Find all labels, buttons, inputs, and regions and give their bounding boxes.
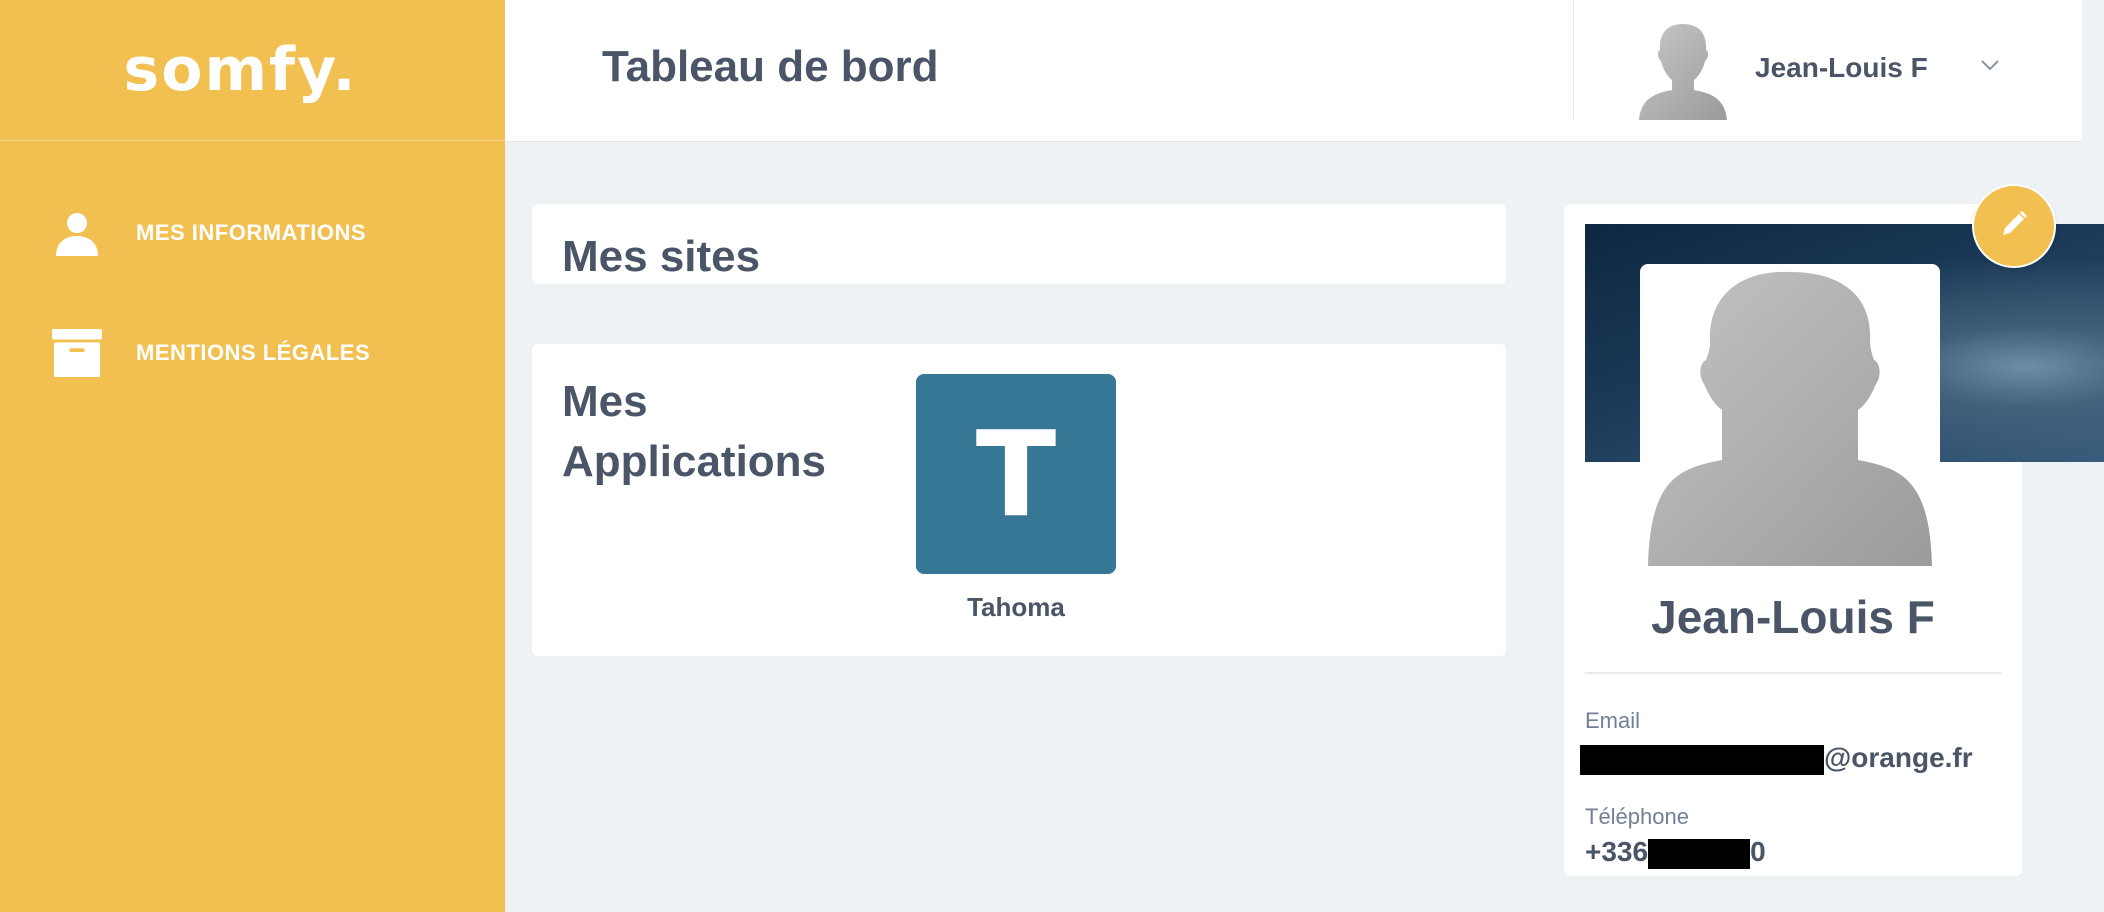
- sites-title: Mes sites: [562, 232, 761, 281]
- profile-avatar: [1640, 264, 1940, 566]
- header-divider: [1573, 0, 1574, 120]
- phone-label: Téléphone: [1585, 804, 1689, 829]
- avatar[interactable]: [1635, 20, 1731, 120]
- app-name[interactable]: Tahoma: [916, 592, 1116, 623]
- profile-divider: [1585, 672, 2001, 674]
- sidebar-item-mentions-legales[interactable]: MENTIONS LÉGALES: [52, 328, 370, 378]
- email-label: Email: [1585, 708, 1641, 733]
- applications-title: Mes Applications: [562, 377, 827, 486]
- somfy-logo[interactable]: somfy.: [124, 35, 358, 105]
- applications-card: Mes Applications T Tahoma: [532, 344, 1506, 656]
- page-title: Tableau de bord: [602, 42, 939, 91]
- logo-text: somfy.: [123, 35, 358, 105]
- sidebar-header: somfy.: [0, 0, 505, 141]
- phone-suffix: 0: [1750, 836, 1766, 867]
- app-tile-tahoma[interactable]: T: [916, 374, 1116, 574]
- email-value: @orange.fr: [1580, 742, 1973, 775]
- sidebar-item-mes-informations[interactable]: MES INFORMATIONS: [52, 208, 366, 258]
- profile-name: Jean-Louis F: [1651, 591, 1935, 643]
- archive-box-icon: [52, 328, 102, 378]
- user-icon: [52, 208, 102, 258]
- edit-profile-button[interactable]: [1972, 184, 2056, 268]
- sites-card: Mes sites: [532, 204, 1506, 284]
- redacted-block: [1648, 838, 1751, 869]
- app-letter: T: [975, 405, 1057, 543]
- redacted-block: [1580, 744, 1824, 775]
- phone-value: +336 0: [1585, 836, 1766, 869]
- pencil-icon: [1999, 209, 2029, 244]
- chevron-down-icon[interactable]: [1980, 58, 2000, 72]
- sidebar-item-label: MES INFORMATIONS: [136, 220, 367, 245]
- sidebar-item-label: MENTIONS LÉGALES: [136, 340, 371, 365]
- header-user-name[interactable]: Jean-Louis F: [1755, 52, 1928, 84]
- email-suffix: @orange.fr: [1824, 742, 1973, 773]
- phone-prefix: +336: [1585, 836, 1649, 867]
- top-header: Tableau de bord Jean-Louis F: [505, 0, 2082, 142]
- sidebar: somfy. MES INFORMATIONS MENTIONS LÉGALES: [0, 0, 505, 912]
